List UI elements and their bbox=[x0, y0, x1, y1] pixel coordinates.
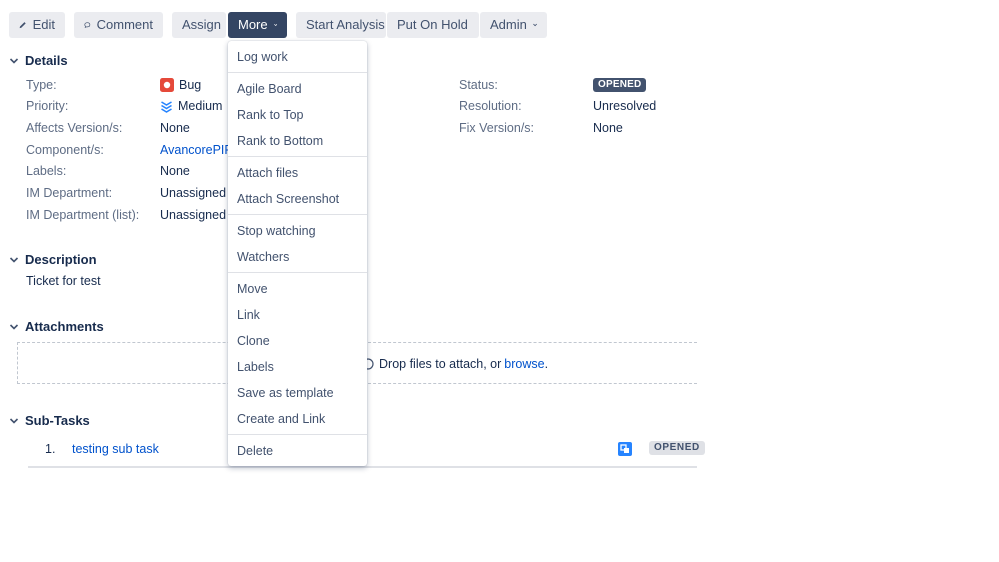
im-department-label: IM Department: bbox=[26, 186, 113, 200]
menu-divider bbox=[228, 434, 367, 435]
edit-button[interactable]: Edit bbox=[9, 12, 65, 38]
resolution-value: Unresolved bbox=[593, 99, 657, 113]
subtask-type-icon bbox=[618, 442, 632, 456]
labels-value: None bbox=[160, 164, 190, 178]
chevron-down-icon bbox=[9, 256, 19, 263]
browse-link[interactable]: browse bbox=[504, 357, 544, 371]
menu-item-link[interactable]: Link bbox=[228, 302, 367, 328]
drop-text-period: . bbox=[544, 357, 549, 371]
details-heading: Details bbox=[25, 53, 68, 68]
pencil-icon bbox=[19, 22, 26, 29]
bug-icon bbox=[160, 78, 174, 92]
menu-item-rank-bottom[interactable]: Rank to Bottom bbox=[228, 128, 367, 154]
subtasks-toggle[interactable]: Sub-Tasks bbox=[9, 413, 90, 428]
menu-divider bbox=[228, 214, 367, 215]
menu-item-attach-screenshot[interactable]: Attach Screenshot bbox=[228, 186, 367, 212]
affects-version-value: None bbox=[160, 121, 190, 135]
chevron-down-icon bbox=[9, 417, 19, 424]
chevron-down-icon bbox=[273, 24, 277, 27]
comment-icon bbox=[84, 22, 91, 29]
details-toggle[interactable]: Details bbox=[9, 53, 68, 68]
comment-button[interactable]: Comment bbox=[74, 12, 163, 38]
component-label: Component/s: bbox=[26, 143, 104, 157]
start-analysis-label: Start Analysis bbox=[306, 17, 385, 32]
subtask-status-badge[interactable]: OPENED bbox=[649, 441, 705, 455]
dropzone-message: Drop files to attach, or browse. bbox=[362, 357, 548, 371]
chevron-down-icon bbox=[533, 23, 537, 27]
menu-item-rank-top[interactable]: Rank to Top bbox=[228, 102, 367, 128]
menu-item-log-work[interactable]: Log work bbox=[228, 44, 367, 70]
component-link[interactable]: AvancorePIF bbox=[160, 143, 232, 157]
im-department-value: Unassigned bbox=[160, 186, 227, 200]
menu-item-watchers[interactable]: Watchers bbox=[228, 244, 367, 270]
menu-item-create-link[interactable]: Create and Link bbox=[228, 406, 367, 432]
status-label: Status: bbox=[459, 78, 498, 92]
menu-item-agile-board[interactable]: Agile Board bbox=[228, 76, 367, 102]
priority-value-text: Medium bbox=[178, 99, 223, 113]
menu-item-labels[interactable]: Labels bbox=[228, 354, 367, 380]
priority-medium-icon bbox=[161, 100, 172, 113]
put-on-hold-label: Put On Hold bbox=[397, 17, 468, 32]
menu-item-clone[interactable]: Clone bbox=[228, 328, 367, 354]
put-on-hold-button[interactable]: Put On Hold bbox=[387, 12, 479, 38]
assign-button[interactable]: Assign bbox=[172, 12, 226, 38]
assign-label: Assign bbox=[182, 17, 222, 32]
edit-label: Edit bbox=[32, 17, 55, 32]
menu-item-move[interactable]: Move bbox=[228, 276, 367, 302]
attachments-heading: Attachments bbox=[25, 319, 104, 334]
subtasks-heading: Sub-Tasks bbox=[25, 413, 90, 428]
more-dropdown-menu: Log work Agile Board Rank to Top Rank to… bbox=[228, 41, 367, 466]
resolution-label: Resolution: bbox=[459, 99, 522, 113]
more-label: More bbox=[238, 17, 268, 32]
menu-divider bbox=[228, 72, 367, 73]
fix-version-label: Fix Version/s: bbox=[459, 121, 535, 135]
menu-divider bbox=[228, 156, 367, 157]
priority-label: Priority: bbox=[26, 99, 69, 113]
menu-item-delete[interactable]: Delete bbox=[228, 438, 367, 464]
im-department-list-value: Unassigned bbox=[160, 208, 227, 222]
menu-divider bbox=[228, 272, 367, 273]
chevron-down-icon bbox=[9, 57, 19, 64]
type-value: Bug bbox=[160, 78, 201, 92]
comment-label: Comment bbox=[96, 17, 153, 32]
description-heading: Description bbox=[25, 252, 97, 267]
type-label: Type: bbox=[26, 78, 57, 92]
labels-label: Labels: bbox=[26, 164, 67, 178]
menu-item-attach-files[interactable]: Attach files bbox=[228, 160, 367, 186]
drop-files-text: Drop files to attach, or bbox=[379, 357, 502, 371]
menu-item-save-template[interactable]: Save as template bbox=[228, 380, 367, 406]
description-toggle[interactable]: Description bbox=[9, 252, 97, 267]
type-value-text: Bug bbox=[179, 78, 202, 92]
affects-version-label: Affects Version/s: bbox=[26, 121, 123, 135]
description-text: Ticket for test bbox=[26, 274, 101, 288]
subtask-number: 1. bbox=[45, 442, 56, 456]
priority-value: Medium bbox=[160, 99, 222, 113]
start-analysis-button[interactable]: Start Analysis bbox=[296, 12, 386, 38]
chevron-down-icon bbox=[9, 323, 19, 330]
more-button[interactable]: More bbox=[228, 12, 287, 38]
status-badge[interactable]: OPENED bbox=[593, 78, 647, 92]
attachments-toggle[interactable]: Attachments bbox=[9, 319, 104, 334]
subtask-link[interactable]: testing sub task bbox=[72, 442, 159, 456]
fix-version-value: None bbox=[593, 121, 623, 135]
menu-item-stop-watching[interactable]: Stop watching bbox=[228, 218, 367, 244]
im-department-list-label: IM Department (list): bbox=[26, 208, 140, 222]
admin-label: Admin bbox=[490, 17, 527, 32]
admin-button[interactable]: Admin bbox=[480, 12, 547, 38]
subtasks-divider bbox=[28, 466, 697, 468]
